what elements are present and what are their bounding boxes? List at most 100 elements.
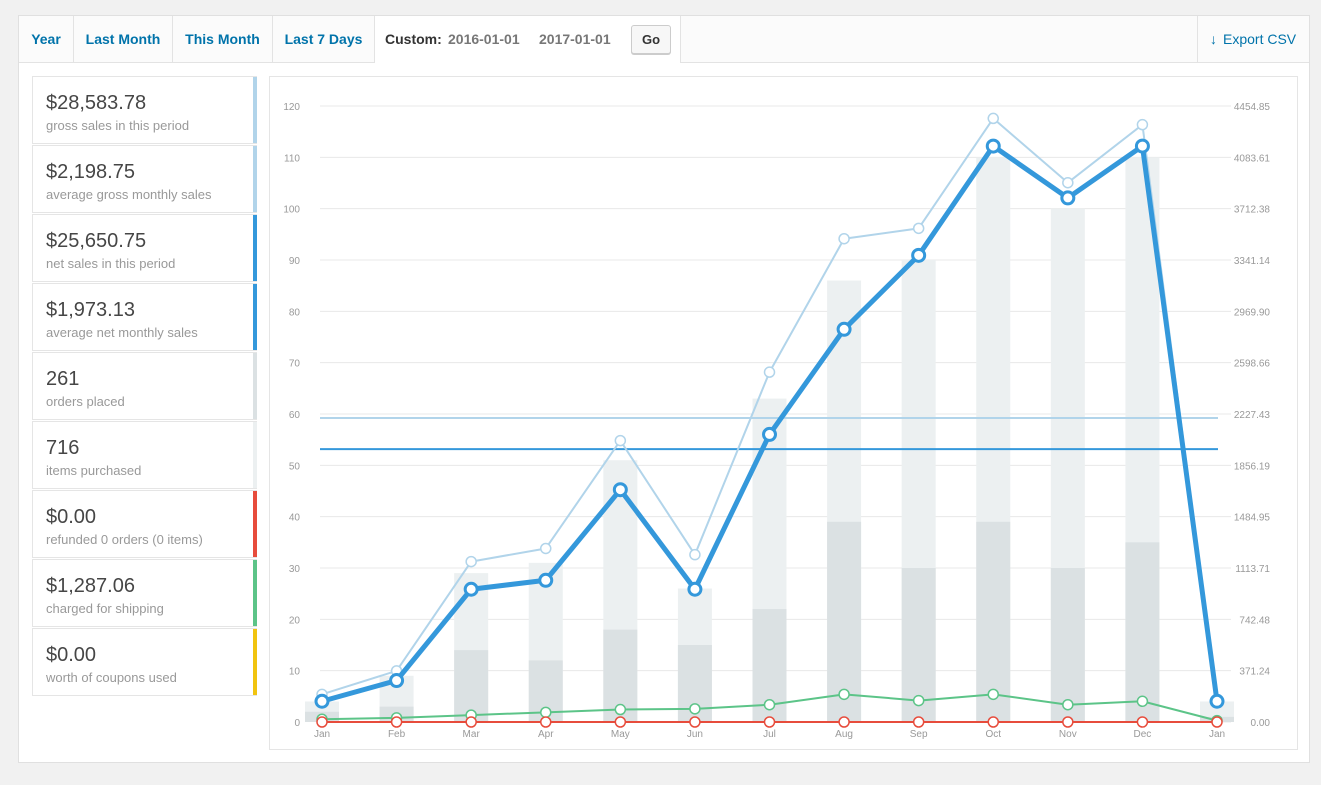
legend-value: $1,973.13 xyxy=(46,299,135,321)
data-point-net-sales xyxy=(389,673,405,689)
legend-label: worth of coupons used xyxy=(46,670,177,685)
x-tick-label: Jul xyxy=(763,729,776,740)
data-point-refunds xyxy=(540,716,552,728)
y-right-tick-label: 4083.61 xyxy=(1234,153,1271,164)
data-point-net-sales xyxy=(985,138,1001,154)
legend-color-bar xyxy=(253,146,257,212)
legend-color-bar xyxy=(253,560,257,626)
download-arrow-icon: ↓ xyxy=(1210,31,1217,47)
x-tick-label: Aug xyxy=(835,729,853,740)
data-point-refunds xyxy=(838,716,850,728)
data-point-net-sales xyxy=(911,247,927,263)
x-tick-label: Sep xyxy=(910,729,928,740)
y-left-tick-label: 100 xyxy=(283,205,300,216)
legend-item[interactable]: $2,198.75 average gross monthly sales xyxy=(32,145,257,213)
data-point-refunds xyxy=(390,716,403,728)
y-right-tick-label: 1484.95 xyxy=(1234,513,1271,524)
export-csv-button[interactable]: ↓ Export CSV xyxy=(1197,16,1309,62)
legend-item[interactable]: $0.00 refunded 0 orders (0 items) xyxy=(32,490,257,558)
y-left-tick-label: 120 xyxy=(283,102,300,113)
data-point-gross-sales xyxy=(912,222,925,235)
range-tabs: Year Last Month This Month Last 7 Days C… xyxy=(19,16,1309,63)
end-date-input[interactable]: 2017-01-01 xyxy=(539,29,619,49)
data-point-net-sales xyxy=(538,572,554,588)
x-tick-label: Apr xyxy=(538,729,554,740)
report-panel: Year Last Month This Month Last 7 Days C… xyxy=(18,15,1310,763)
data-point-refunds xyxy=(987,716,999,728)
sales-chart: 0 0.00 10 371.24 20 742.48 30 1113.71 40 1484.95 5… xyxy=(269,76,1298,750)
data-point-refunds xyxy=(614,716,627,728)
y-right-tick-label: 1113.71 xyxy=(1235,564,1270,575)
legend-color-bar xyxy=(253,77,257,143)
custom-range: Custom: 2016-01-01 2017-01-01 Go xyxy=(375,16,681,63)
y-left-tick-label: 20 xyxy=(289,615,301,626)
chart-legend: $28,583.78 gross sales in this period $2,1… xyxy=(32,76,257,697)
legend-label: items purchased xyxy=(46,463,142,478)
data-point-refunds xyxy=(316,716,328,728)
data-point-shipping xyxy=(987,688,999,701)
legend-color-bar xyxy=(253,284,257,350)
data-point-net-sales xyxy=(314,693,330,709)
legend-item[interactable]: $28,583.78 gross sales in this period xyxy=(32,76,257,144)
bar-orders-placed xyxy=(1125,542,1160,722)
start-date-input[interactable]: 2016-01-01 xyxy=(448,29,528,49)
legend-item[interactable]: $1,973.13 average net monthly sales xyxy=(32,283,257,351)
go-button[interactable]: Go xyxy=(631,25,671,54)
data-point-net-sales xyxy=(687,581,703,597)
data-point-net-sales xyxy=(1060,190,1076,206)
y-left-tick-label: 10 xyxy=(289,667,301,678)
tab-year[interactable]: Year xyxy=(19,16,74,62)
data-point-net-sales xyxy=(836,321,852,337)
data-point-refunds xyxy=(1062,716,1074,728)
x-tick-label: May xyxy=(611,729,630,740)
legend-value: $2,198.75 xyxy=(46,161,135,183)
y-left-tick-label: 30 xyxy=(289,564,301,575)
data-point-shipping xyxy=(763,698,776,711)
legend-value: 716 xyxy=(46,437,80,459)
legend-item[interactable]: $1,287.06 charged for shipping xyxy=(32,559,257,627)
y-right-tick-label: 0.00 xyxy=(1251,718,1271,729)
y-right-tick-label: 2969.90 xyxy=(1234,307,1271,318)
bar-orders-placed xyxy=(1050,568,1085,722)
x-tick-label: Feb xyxy=(388,729,406,740)
data-point-gross-sales xyxy=(838,232,850,245)
y-left-tick-label: 60 xyxy=(289,410,301,421)
tab-last-month[interactable]: Last Month xyxy=(74,16,173,62)
legend-item[interactable]: 716 items purchased xyxy=(32,421,257,489)
data-point-shipping xyxy=(689,703,701,715)
data-point-net-sales xyxy=(1134,138,1150,154)
legend-label: net sales in this period xyxy=(46,256,176,271)
x-tick-label: Jan xyxy=(314,729,330,740)
legend-item[interactable]: $0.00 worth of coupons used xyxy=(32,628,257,696)
data-point-net-sales xyxy=(612,482,628,498)
y-left-tick-label: 110 xyxy=(284,153,300,164)
tab-last-7-days[interactable]: Last 7 Days xyxy=(273,16,375,62)
data-point-net-sales xyxy=(1209,693,1225,709)
data-point-refunds xyxy=(912,716,925,728)
x-tick-label: Oct xyxy=(985,729,1001,740)
y-left-tick-label: 50 xyxy=(289,461,301,472)
data-point-net-sales xyxy=(762,426,777,442)
custom-label: Custom: xyxy=(385,31,442,47)
legend-value: $1,287.06 xyxy=(46,575,135,597)
y-left-tick-label: 80 xyxy=(289,307,301,318)
data-point-refunds xyxy=(1136,716,1149,728)
y-right-tick-label: 4454.85 xyxy=(1234,102,1271,113)
data-point-gross-sales xyxy=(1062,176,1074,189)
tab-this-month[interactable]: This Month xyxy=(173,16,273,62)
y-right-tick-label: 3712.38 xyxy=(1234,205,1271,216)
legend-label: average gross monthly sales xyxy=(46,187,212,202)
legend-value: $28,583.78 xyxy=(46,92,147,114)
x-tick-label: Mar xyxy=(463,729,481,740)
x-tick-label: Dec xyxy=(1134,729,1152,740)
y-right-tick-label: 1856.19 xyxy=(1234,461,1271,472)
legend-value: $0.00 xyxy=(46,644,97,666)
data-point-net-sales xyxy=(463,581,479,597)
legend-item[interactable]: 261 orders placed xyxy=(32,352,257,420)
data-point-gross-sales xyxy=(763,366,776,378)
data-point-gross-sales xyxy=(1136,118,1149,131)
data-point-shipping xyxy=(838,688,850,701)
legend-value: $0.00 xyxy=(46,506,97,528)
legend-item[interactable]: $25,650.75 net sales in this period xyxy=(32,214,257,282)
legend-label: orders placed xyxy=(46,394,125,409)
